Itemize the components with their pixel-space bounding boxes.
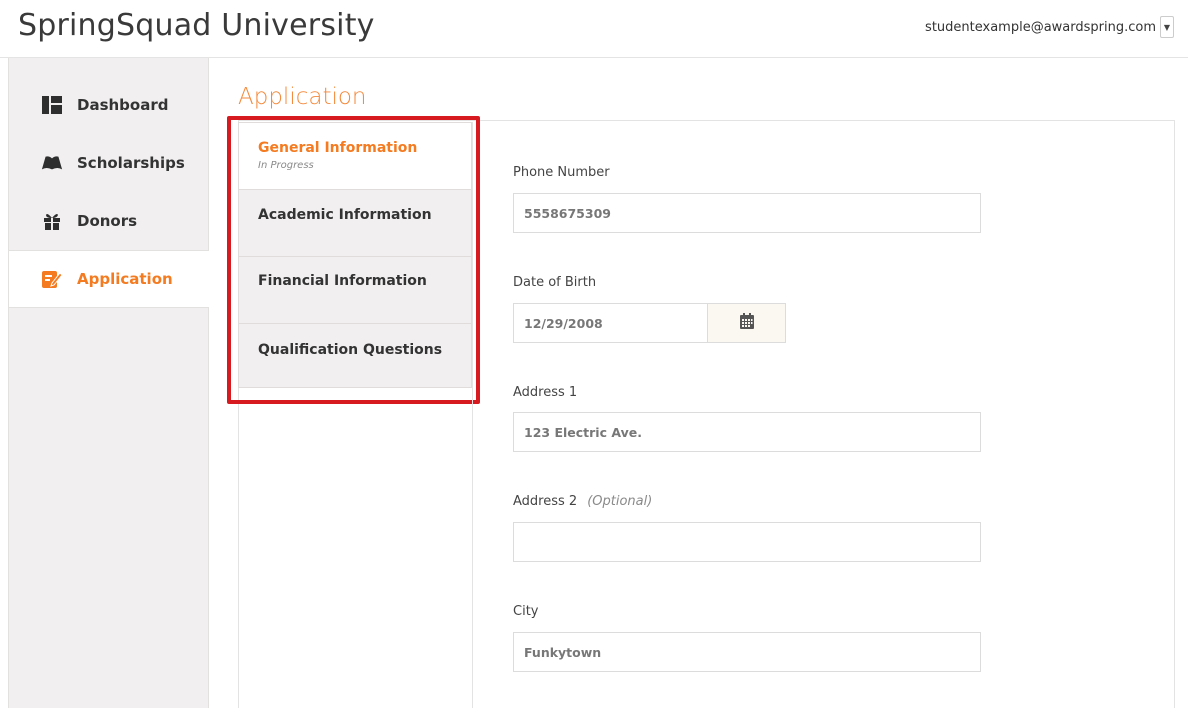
page-title: Application bbox=[238, 84, 367, 110]
user-menu[interactable]: studentexample@awardspring.com ▼ bbox=[925, 16, 1174, 38]
address2-label: Address 2 (Optional) bbox=[513, 494, 652, 509]
step-financial-information[interactable]: Financial Information bbox=[239, 257, 471, 324]
sidebar-item-donors[interactable]: Donors bbox=[9, 192, 209, 250]
address2-input[interactable] bbox=[513, 522, 981, 562]
site-title[interactable]: SpringSquad University bbox=[18, 8, 375, 43]
optional-hint: (Optional) bbox=[587, 494, 653, 509]
caret-down-icon[interactable]: ▼ bbox=[1160, 16, 1174, 38]
step-label: General Information bbox=[258, 140, 418, 156]
step-label: Qualification Questions bbox=[258, 342, 443, 358]
sidebar-item-application[interactable]: Application bbox=[9, 250, 209, 308]
dob-label: Date of Birth bbox=[513, 275, 597, 290]
step-label: Academic Information bbox=[258, 207, 432, 223]
step-qualification-questions[interactable]: Qualification Questions bbox=[239, 324, 471, 387]
address1-input[interactable]: 123 Electric Ave. bbox=[513, 412, 981, 452]
sidebar: Dashboard Scholarships Donors Applicatio… bbox=[8, 58, 209, 708]
gift-icon bbox=[41, 212, 63, 230]
sidebar-item-label: Dashboard bbox=[77, 96, 169, 114]
sidebar-item-scholarships[interactable]: Scholarships bbox=[9, 134, 209, 192]
application-steps: General Information In Progress Academic… bbox=[238, 122, 472, 388]
calendar-icon bbox=[739, 313, 754, 333]
form-divider bbox=[472, 122, 473, 708]
book-icon bbox=[41, 155, 63, 171]
user-email[interactable]: studentexample@awardspring.com bbox=[925, 20, 1156, 35]
sidebar-item-label: Donors bbox=[77, 212, 138, 230]
city-input[interactable]: Funkytown bbox=[513, 632, 981, 672]
sidebar-item-dashboard[interactable]: Dashboard bbox=[9, 76, 209, 134]
phone-label: Phone Number bbox=[513, 165, 610, 180]
dashboard-icon bbox=[41, 96, 63, 114]
step-label: Financial Information bbox=[258, 273, 427, 289]
step-status: In Progress bbox=[258, 160, 314, 171]
phone-input[interactable]: 5558675309 bbox=[513, 193, 981, 233]
address1-label: Address 1 bbox=[513, 385, 578, 400]
step-academic-information[interactable]: Academic Information bbox=[239, 190, 471, 257]
calendar-button[interactable] bbox=[707, 303, 786, 343]
city-label: City bbox=[513, 604, 539, 619]
sidebar-item-label: Application bbox=[77, 270, 173, 288]
sidebar-item-label: Scholarships bbox=[77, 154, 185, 172]
dob-input[interactable]: 12/29/2008 bbox=[513, 303, 708, 343]
edit-icon bbox=[41, 269, 63, 289]
step-general-information[interactable]: General Information In Progress bbox=[239, 123, 471, 190]
address2-label-text: Address 2 bbox=[513, 494, 578, 509]
